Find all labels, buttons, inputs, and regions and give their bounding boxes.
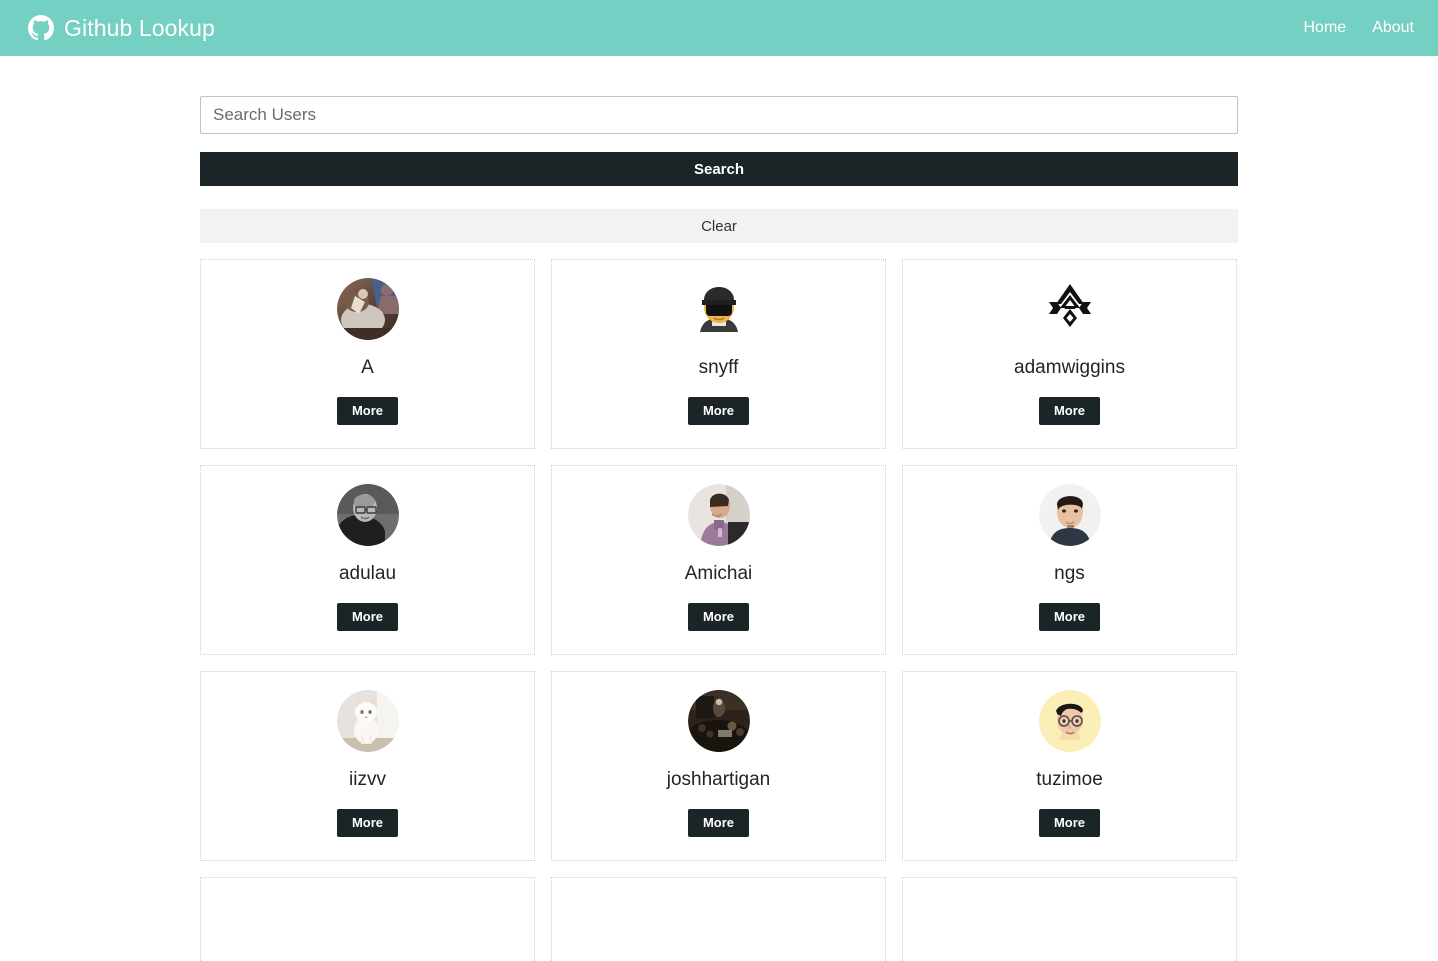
dark-classical-painting-avatar bbox=[687, 690, 750, 752]
github-mark-icon bbox=[28, 15, 54, 41]
more-button[interactable]: More bbox=[687, 808, 750, 838]
user-card[interactable]: adamwiggins More bbox=[902, 259, 1237, 449]
photo-man-purple-shirt-avatar bbox=[687, 484, 750, 546]
black-geometric-logo-avatar bbox=[1038, 278, 1101, 340]
user-login: joshhartigan bbox=[666, 769, 771, 790]
nav-links: Home About bbox=[1304, 20, 1415, 36]
search-input[interactable] bbox=[200, 96, 1238, 134]
brand-link[interactable]: Github Lookup bbox=[28, 15, 215, 41]
hidden-avatar bbox=[337, 896, 399, 958]
user-card[interactable]: A More bbox=[200, 259, 535, 449]
more-button[interactable]: More bbox=[336, 396, 399, 426]
hidden-avatar bbox=[688, 896, 750, 958]
user-card[interactable]: tuzimoe More bbox=[902, 671, 1237, 861]
more-button[interactable]: More bbox=[687, 602, 750, 632]
clear-button[interactable]: Clear bbox=[200, 209, 1238, 243]
user-card-grid: A More snyff More adamwiggins More adula… bbox=[200, 259, 1238, 961]
more-button[interactable]: More bbox=[336, 602, 399, 632]
user-login: iizvv bbox=[349, 769, 386, 790]
more-button[interactable]: More bbox=[1038, 808, 1101, 838]
brand-label: Github Lookup bbox=[64, 14, 215, 41]
nav-link-home[interactable]: Home bbox=[1304, 20, 1347, 36]
search-button[interactable]: Search bbox=[200, 152, 1238, 186]
navbar: Github Lookup Home About bbox=[0, 0, 1438, 56]
user-card[interactable]: More bbox=[200, 877, 535, 961]
more-button[interactable]: More bbox=[336, 808, 399, 838]
user-login: adamwiggins bbox=[1014, 357, 1125, 378]
more-button[interactable]: More bbox=[687, 396, 750, 426]
bw-photo-man-glasses-avatar bbox=[336, 484, 399, 546]
user-login: Amichai bbox=[684, 563, 753, 584]
user-login: adulau bbox=[338, 563, 397, 584]
user-card[interactable]: More bbox=[551, 877, 886, 961]
user-card[interactable]: adulau More bbox=[200, 465, 535, 655]
user-login: tuzimoe bbox=[1036, 769, 1103, 790]
user-card[interactable]: Amichai More bbox=[551, 465, 886, 655]
painting-rider-avatar bbox=[336, 278, 399, 340]
more-button[interactable]: More bbox=[1038, 602, 1101, 632]
user-card[interactable]: ngs More bbox=[902, 465, 1237, 655]
more-button[interactable]: More bbox=[1038, 396, 1101, 426]
nav-link-about[interactable]: About bbox=[1372, 20, 1414, 36]
user-card[interactable]: iizvv More bbox=[200, 671, 535, 861]
photo-man-portrait-avatar bbox=[1038, 484, 1101, 546]
hidden-avatar bbox=[1039, 896, 1101, 958]
user-card[interactable]: snyff More bbox=[551, 259, 886, 449]
memoji-glasses-yellow-avatar bbox=[1038, 690, 1101, 752]
user-login: A bbox=[361, 357, 374, 378]
emoji-beanie-sunglasses-avatar bbox=[687, 278, 750, 340]
user-card[interactable]: More bbox=[902, 877, 1237, 961]
photo-white-kitten-avatar bbox=[336, 690, 399, 752]
main-container: Search Clear bbox=[200, 56, 1238, 961]
user-card[interactable]: joshhartigan More bbox=[551, 671, 886, 861]
user-login: snyff bbox=[698, 357, 739, 378]
user-login: ngs bbox=[1054, 563, 1085, 584]
